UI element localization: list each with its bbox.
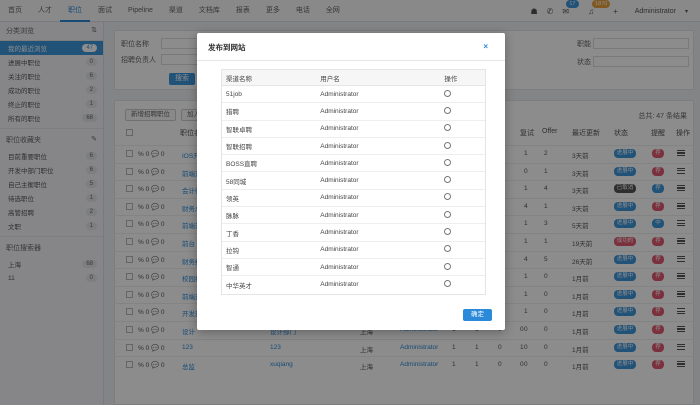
channel-row: 领英 Administrator	[222, 190, 485, 208]
channel-name: 51job	[226, 90, 242, 98]
channel-op	[436, 193, 485, 202]
select-radio[interactable]	[444, 193, 452, 201]
channel-name: BOSS直聘	[226, 161, 258, 169]
channel-table: 渠道名称 用户名 操作 51job Administrator 猎聘 Administ…	[221, 69, 486, 295]
channel-row: 智联招聘 Administrator	[222, 138, 485, 156]
select-radio[interactable]	[444, 262, 452, 270]
channel-row: BOSS直聘 Administrator	[222, 155, 485, 173]
channel-op	[436, 124, 485, 133]
channel-name: 智联卓聘	[226, 126, 252, 134]
channel-name: 58同城	[226, 178, 247, 186]
col-channel: 渠道名称	[226, 75, 252, 83]
channel-row: 猎聘 Administrator	[222, 103, 485, 121]
channel-user: Administrator	[320, 211, 359, 219]
channel-name: 领英	[226, 195, 239, 203]
close-icon[interactable]: ×	[483, 42, 488, 51]
channel-user: Administrator	[320, 142, 359, 150]
channel-op	[436, 228, 485, 237]
select-radio[interactable]	[444, 141, 452, 149]
channel-row: 智通 Administrator	[222, 259, 485, 277]
channel-row: 脉脉 Administrator	[222, 207, 485, 225]
channel-name: 猎聘	[226, 109, 239, 117]
channel-user: Administrator	[320, 159, 359, 167]
channel-op	[436, 89, 485, 99]
channel-user: Administrator	[320, 194, 359, 202]
channel-op	[436, 141, 485, 151]
channel-table-header: 渠道名称 用户名 操作	[222, 70, 485, 86]
col-user: 用户名	[320, 75, 340, 83]
channel-row: 智联卓聘 Administrator	[222, 121, 485, 138]
col-op: 操作	[444, 75, 458, 83]
select-radio[interactable]	[444, 124, 452, 132]
channel-row: 58同城 Administrator	[222, 172, 485, 190]
select-radio[interactable]	[444, 210, 452, 218]
channel-user: Administrator	[320, 263, 359, 271]
channel-user: Administrator	[320, 177, 359, 185]
select-radio[interactable]	[444, 280, 452, 288]
channel-name: 智联招聘	[226, 144, 252, 152]
select-radio[interactable]	[444, 89, 452, 97]
channel-op	[436, 176, 485, 185]
confirm-button[interactable]: 确定	[463, 309, 492, 321]
modal-divider	[197, 60, 505, 61]
channel-name: 智通	[226, 265, 239, 273]
channel-row: 丁香 Administrator	[222, 224, 485, 242]
channel-user: Administrator	[320, 229, 359, 237]
channel-op	[436, 158, 485, 168]
select-radio[interactable]	[444, 228, 452, 236]
channel-user: Administrator	[320, 90, 359, 98]
channel-user: Administrator	[320, 246, 359, 254]
channel-op	[436, 280, 485, 289]
channel-name: 脉脉	[226, 213, 239, 221]
channel-row: 拉钩 Administrator	[222, 242, 485, 259]
channel-op	[436, 210, 485, 220]
channel-user: Administrator	[320, 281, 359, 289]
publish-modal: 发布到网站 × 渠道名称 用户名 操作 51job Administrator 猎聘…	[197, 33, 505, 330]
modal-title: 发布到网站	[208, 43, 246, 52]
select-radio[interactable]	[444, 245, 452, 253]
channel-op	[436, 245, 485, 254]
channel-row: 中华英才 Administrator	[222, 276, 485, 293]
channel-name: 中华英才	[226, 282, 252, 290]
channel-name: 拉钩	[226, 247, 239, 255]
channel-user: Administrator	[320, 107, 359, 115]
channel-user: Administrator	[320, 125, 359, 133]
select-radio[interactable]	[444, 106, 452, 114]
select-radio[interactable]	[444, 158, 452, 166]
select-radio[interactable]	[444, 176, 452, 184]
channel-name: 丁香	[226, 230, 239, 238]
channel-op	[436, 106, 485, 116]
channel-row: 51job Administrator	[222, 86, 485, 104]
channel-op	[436, 262, 485, 272]
